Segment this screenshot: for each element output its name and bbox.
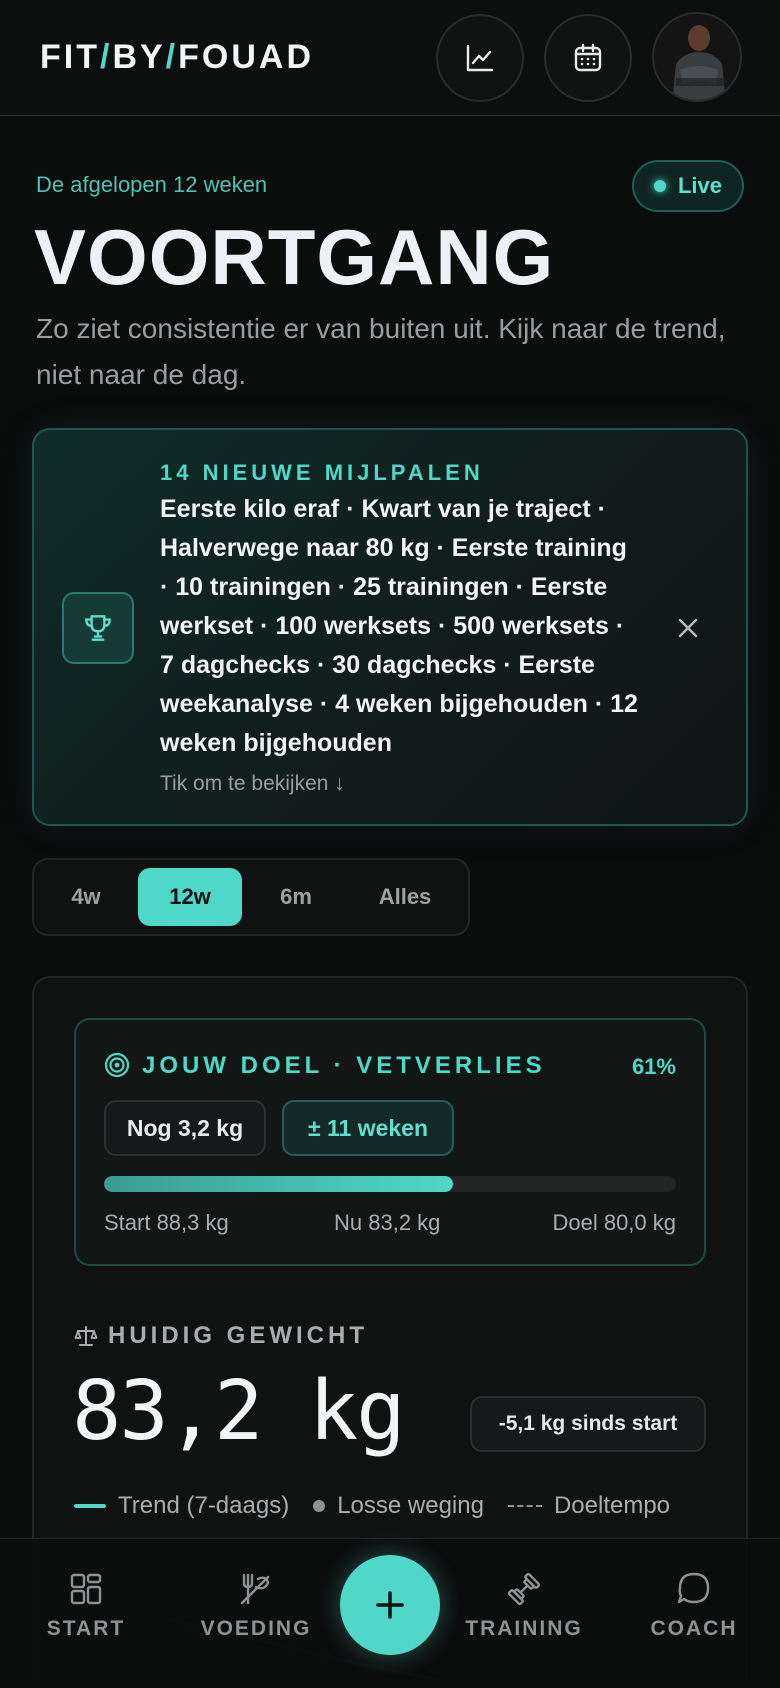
app-logo[interactable]: FIT/BY/FOUAD bbox=[40, 38, 314, 77]
target-weight-label: Doel 80,0 kg bbox=[552, 1210, 676, 1235]
dumbbell-icon bbox=[507, 1572, 541, 1606]
milestones-tap-hint[interactable]: Tik om te bekijken ↓ bbox=[160, 772, 345, 796]
remaining-badge: Nog 3,2 kg bbox=[104, 1100, 266, 1156]
plus-icon bbox=[376, 1591, 404, 1619]
current-weight-label: Nu 83,2 kg bbox=[334, 1210, 441, 1235]
dashed-line-swatch bbox=[507, 1505, 542, 1507]
goal-title: JOUW DOEL · VETVERLIES bbox=[142, 1052, 546, 1079]
bottom-navigation: START VOEDING TRAINING COACH bbox=[0, 1538, 780, 1688]
grid-icon bbox=[70, 1573, 102, 1605]
current-weight-value: 83,2 kg bbox=[72, 1364, 406, 1459]
tab-alles[interactable]: Alles bbox=[350, 868, 460, 926]
live-label: Live bbox=[677, 173, 723, 198]
period-subtitle: De afgelopen 12 weken bbox=[36, 172, 268, 197]
live-status-badge: Live bbox=[632, 160, 744, 212]
milestones-heading: 14 NIEUWE MIJLPALEN bbox=[160, 460, 484, 485]
tab-4w[interactable]: 4w bbox=[42, 868, 130, 926]
milestones-list: Eerste kilo eraf · Kwart van je traject … bbox=[160, 495, 638, 757]
chart-icon bbox=[466, 44, 494, 72]
scale-icon bbox=[74, 1326, 98, 1346]
nav-voeding-label: VOEDING bbox=[200, 1617, 312, 1640]
logo-slash: / bbox=[165, 38, 179, 76]
trophy-icon bbox=[62, 592, 134, 664]
nav-training-label: TRAINING bbox=[465, 1617, 583, 1640]
avatar[interactable] bbox=[652, 12, 742, 102]
nav-voeding[interactable]: VOEDING bbox=[186, 1569, 326, 1641]
chat-bubble-icon bbox=[677, 1572, 710, 1604]
legend-goal-pace: Doeltempo bbox=[507, 1492, 671, 1520]
legend-trend-label: Trend (7-daags) bbox=[118, 1492, 290, 1519]
trend-line-swatch bbox=[74, 1504, 106, 1508]
milestones-card[interactable]: 14 NIEUWE MIJLPALEN Eerste kilo eraf · K… bbox=[32, 428, 748, 826]
close-icon[interactable] bbox=[668, 608, 708, 648]
goal-card[interactable]: JOUW DOEL · VETVERLIES 61% Nog 3,2 kg ± … bbox=[74, 1018, 706, 1266]
range-tabs: 4w 12w 6m Alles bbox=[32, 858, 470, 936]
calendar-icon bbox=[574, 43, 602, 72]
nav-start-label: START bbox=[46, 1617, 126, 1640]
add-button[interactable] bbox=[340, 1555, 440, 1655]
nav-coach[interactable]: COACH bbox=[624, 1569, 764, 1641]
logo-text-fit: FIT bbox=[40, 38, 100, 76]
start-weight-label: Start 88,3 kg bbox=[104, 1210, 229, 1235]
nav-training[interactable]: TRAINING bbox=[454, 1569, 594, 1641]
legend-goal-pace-label: Doeltempo bbox=[553, 1492, 671, 1519]
logo-slash: / bbox=[99, 38, 113, 76]
chart-legend: Trend (7-daags) Losse weging Doeltempo bbox=[74, 1492, 694, 1520]
nav-coach-label: COACH bbox=[650, 1617, 738, 1640]
intro-description: Zo ziet consistentie er van buiten uit. … bbox=[36, 313, 726, 390]
eta-badge: ± 11 weken bbox=[282, 1100, 454, 1156]
calendar-button[interactable] bbox=[544, 14, 632, 102]
weight-heading: HUIDIG GEWICHT bbox=[74, 1322, 368, 1350]
dot-swatch bbox=[313, 1500, 326, 1512]
weight-delta-badge: -5,1 kg sinds start bbox=[470, 1396, 706, 1452]
avatar-photo bbox=[654, 14, 740, 100]
goal-progress-bar bbox=[104, 1176, 676, 1192]
target-icon bbox=[104, 1052, 130, 1078]
page-title: VOORTGANG bbox=[34, 213, 555, 301]
progress-chart-button[interactable] bbox=[436, 14, 524, 102]
weight-heading-label: HUIDIG GEWICHT bbox=[108, 1322, 368, 1349]
goal-progress-fill bbox=[104, 1176, 453, 1192]
live-dot-icon bbox=[653, 180, 666, 192]
goal-percent: 61% bbox=[631, 1054, 676, 1079]
nav-start[interactable]: START bbox=[16, 1569, 156, 1641]
logo-text-fouad: FOUAD bbox=[178, 38, 315, 76]
tab-12w[interactable]: 12w bbox=[138, 868, 242, 926]
legend-single-weighing: Losse weging bbox=[313, 1492, 484, 1520]
tab-6m[interactable]: 6m bbox=[250, 868, 342, 926]
logo-text-by: BY bbox=[112, 38, 166, 76]
app-header: FIT/BY/FOUAD bbox=[0, 0, 780, 116]
legend-trend: Trend (7-daags) bbox=[74, 1492, 289, 1520]
legend-single-label: Losse weging bbox=[337, 1492, 484, 1519]
utensils-icon bbox=[240, 1573, 270, 1605]
